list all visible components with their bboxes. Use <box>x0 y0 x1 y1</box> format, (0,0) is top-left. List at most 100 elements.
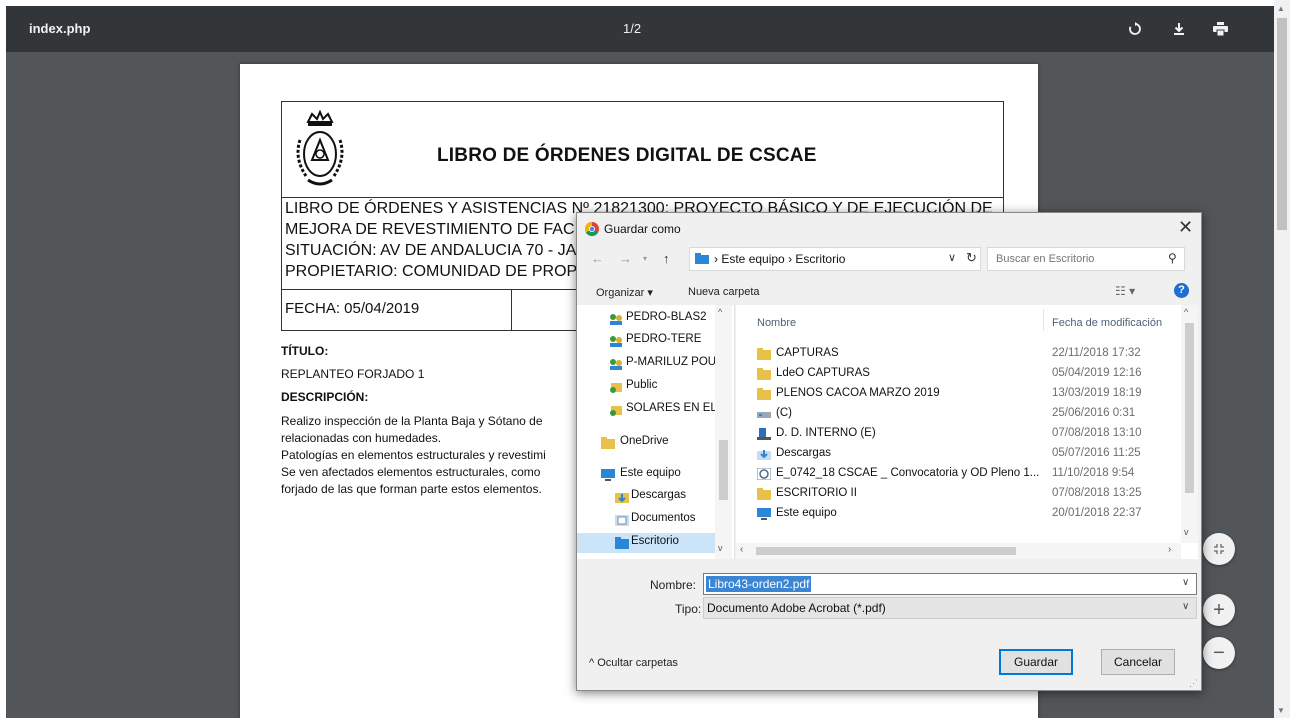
nav-item[interactable]: Documentos <box>577 510 715 530</box>
scroll-left-icon[interactable]: ‹ <box>740 544 743 555</box>
fit-page-icon <box>1214 544 1224 554</box>
file-list-scrollbar[interactable]: ^ v <box>1181 305 1198 543</box>
drive-shortcut-icon <box>757 428 771 440</box>
refresh-icon[interactable]: ↻ <box>966 250 977 266</box>
scroll-down-icon[interactable]: v <box>1184 527 1189 537</box>
up-arrow-icon[interactable]: ↑ <box>663 251 670 266</box>
file-row[interactable]: CAPTURAS 22/11/2018 17:32 <box>757 345 1177 365</box>
fit-page-button[interactable] <box>1203 533 1235 565</box>
file-row[interactable]: LdeO CAPTURAS 05/04/2019 12:16 <box>757 365 1177 385</box>
navigation-pane: PEDRO-BLAS2 PEDRO-TERE P-MARILUZ POU Pub… <box>577 305 735 559</box>
chevron-down-icon[interactable]: ∨ <box>948 251 956 264</box>
nav-item[interactable]: OneDrive <box>577 433 715 453</box>
shared-folder-icon <box>610 383 622 393</box>
descripcion-line: relacionadas con humedades. <box>281 431 442 445</box>
chrome-shortcut-icon <box>757 468 771 480</box>
chevron-up-icon: ^ <box>589 657 595 669</box>
file-name: CAPTURAS <box>776 347 839 359</box>
nav-item-label: SOLARES EN EL <box>626 402 715 414</box>
filename-value[interactable]: Libro43-orden2.pdf <box>706 576 812 592</box>
descripcion-line: Se ven afectados elementos estructurales… <box>281 465 541 479</box>
titulo-label: TÍTULO: <box>281 344 329 358</box>
nav-item[interactable]: PEDRO-BLAS2 <box>577 309 715 329</box>
nav-item-label: Descargas <box>631 489 686 501</box>
chevron-down-icon[interactable]: ∨ <box>1182 577 1189 588</box>
back-arrow-icon[interactable]: ← <box>591 251 604 266</box>
hide-folders-toggle[interactable]: ^ Ocultar carpetas <box>589 657 678 669</box>
nav-item[interactable]: SOLARES EN EL <box>577 400 715 420</box>
file-row[interactable]: D. D. INTERNO (E) 07/08/2018 13:10 <box>757 425 1177 445</box>
recent-dropdown-icon[interactable]: ▾ <box>643 254 647 263</box>
filetype-value: Documento Adobe Acrobat (*.pdf) <box>707 601 886 615</box>
nav-item-selected[interactable]: Escritorio <box>577 533 715 553</box>
filename-label: Nombre: <box>650 578 697 592</box>
file-row[interactable]: ESCRITORIO II 07/08/2018 13:25 <box>757 485 1177 505</box>
nav-item[interactable]: P-MARILUZ POU <box>577 354 715 374</box>
zoom-in-button[interactable]: + <box>1203 594 1235 626</box>
file-date: 22/11/2018 17:32 <box>1052 347 1141 359</box>
file-date: 25/06/2016 0:31 <box>1052 407 1136 419</box>
filename-input[interactable]: Libro43-orden2.pdf ∨ <box>703 573 1197 595</box>
nav-item[interactable]: Descargas <box>577 487 715 507</box>
view-options-icon[interactable]: ☷ ▾ <box>1115 284 1135 298</box>
desktop-folder-icon <box>615 537 629 549</box>
column-header-name[interactable]: Nombre <box>757 317 796 329</box>
search-box[interactable]: ⚲ <box>987 247 1185 271</box>
scroll-thumb[interactable] <box>1185 323 1194 493</box>
organize-menu[interactable]: Organizar ▾ <box>596 286 653 299</box>
file-row[interactable]: (C) 25/06/2016 0:31 <box>757 405 1177 425</box>
network-folder-icon <box>610 314 622 325</box>
address-bar[interactable]: › Este equipo › Escritorio ∨ ↻ <box>689 247 981 271</box>
file-row[interactable]: PLENOS CACOA MARZO 2019 13/03/2019 18:19 <box>757 385 1177 405</box>
titulo-value: REPLANTEO FORJADO 1 <box>281 367 425 381</box>
scroll-up-icon[interactable]: ▲ <box>1277 4 1285 13</box>
scroll-thumb[interactable] <box>1277 18 1287 230</box>
scroll-thumb[interactable] <box>756 547 1016 555</box>
plus-icon: + <box>1213 598 1225 621</box>
forward-arrow-icon[interactable]: → <box>619 251 632 266</box>
save-button[interactable]: Guardar <box>999 649 1073 675</box>
file-name: D. D. INTERNO (E) <box>776 427 876 439</box>
file-list-hscrollbar[interactable]: ‹ › <box>736 543 1181 559</box>
nav-item-label: Escritorio <box>631 535 679 547</box>
print-button[interactable] <box>1207 16 1233 42</box>
search-icon[interactable]: ⚲ <box>1168 251 1177 265</box>
address-segment[interactable]: Este equipo <box>721 252 784 266</box>
new-folder-button[interactable]: Nueva carpeta <box>688 286 760 298</box>
nav-item[interactable]: Public <box>577 377 715 397</box>
nav-item-label: Documentos <box>631 512 696 524</box>
scroll-up-icon[interactable]: ^ <box>718 307 722 317</box>
cancel-button[interactable]: Cancelar <box>1101 649 1175 675</box>
file-row[interactable]: Descargas 05/07/2016 11:25 <box>757 445 1177 465</box>
scroll-down-icon[interactable]: ▼ <box>1277 706 1285 715</box>
scroll-thumb[interactable] <box>719 440 728 500</box>
file-row[interactable]: E_0742_18 CSCAE _ Convocatoria y OD Plen… <box>757 465 1177 485</box>
drive-shortcut-icon <box>757 412 771 418</box>
download-button[interactable] <box>1166 16 1192 42</box>
address-segment[interactable]: Escritorio <box>795 252 845 266</box>
path-separator-icon: › <box>788 252 793 266</box>
rotate-icon <box>1129 22 1141 35</box>
help-icon[interactable]: ? <box>1174 283 1189 298</box>
nav-item[interactable]: PEDRO-TERE <box>577 331 715 351</box>
viewer-scrollbar[interactable]: ▲ ▼ <box>1274 0 1290 718</box>
documents-folder-icon <box>615 515 629 526</box>
nav-scrollbar[interactable]: ^ v <box>715 305 732 559</box>
scroll-up-icon[interactable]: ^ <box>1184 307 1188 317</box>
nav-item[interactable]: Este equipo <box>577 465 715 485</box>
column-separator[interactable] <box>1043 309 1044 331</box>
folder-icon <box>601 437 615 449</box>
search-input[interactable] <box>988 248 1168 270</box>
chevron-down-icon[interactable]: ∨ <box>1182 601 1189 612</box>
file-row[interactable]: Este equipo 20/01/2018 22:37 <box>757 505 1177 525</box>
file-name: Descargas <box>776 447 831 459</box>
rotate-button[interactable] <box>1122 16 1148 42</box>
column-header-date[interactable]: Fecha de modificación <box>1052 317 1162 329</box>
scroll-right-icon[interactable]: › <box>1168 544 1171 555</box>
close-icon[interactable]: ✕ <box>1178 217 1193 238</box>
print-icon <box>1212 22 1228 36</box>
scroll-down-icon[interactable]: v <box>718 543 723 553</box>
filetype-select[interactable]: Documento Adobe Acrobat (*.pdf) ∨ <box>703 597 1197 619</box>
resize-grip-icon[interactable]: ⋰ <box>1189 678 1198 689</box>
zoom-out-button[interactable]: − <box>1203 637 1235 669</box>
